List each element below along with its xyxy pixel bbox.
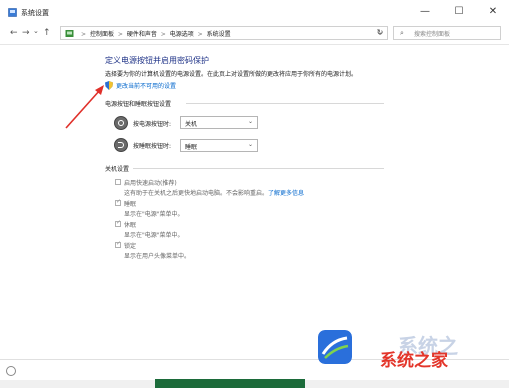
watermark-text: 系统之家: [380, 351, 448, 371]
power-button-icon: [114, 116, 128, 130]
breadcrumb-item-system-settings[interactable]: 系统设置: [207, 31, 231, 38]
chevron-down-icon: ⌄: [247, 141, 253, 148]
address-bar[interactable]: > 控制面板 > 硬件和声音 > 电源选项 > 系统设置 ⌄: [60, 26, 388, 40]
search-input[interactable]: ⌕ 搜索控制面板: [393, 26, 501, 40]
search-icon: ⌕: [400, 29, 404, 37]
section-divider: [133, 168, 384, 169]
sleep-button-label: 按睡眠按钮时:: [133, 143, 172, 150]
minimize-button[interactable]: —: [410, 5, 440, 19]
breadcrumb-separator: >: [160, 31, 166, 38]
address-row: ← → ⌄ ↑ > 控制面板 > 硬件和声音 > 电源选项 > 系统设置 ⌄ ↻…: [0, 24, 509, 42]
sleep-button-icon: [114, 138, 128, 152]
status-icon: [6, 366, 16, 376]
fast-startup-label: 启用快速启动(推荐): [124, 180, 177, 187]
chevron-down-icon: ⌄: [247, 118, 253, 125]
watermark: 系统之 系统之家: [318, 330, 508, 384]
breadcrumb-separator: >: [197, 31, 203, 38]
sleep-button-action-value: 睡眠: [185, 144, 198, 151]
watermark-logo-icon: [318, 330, 352, 364]
power-button-action-value: 关机: [185, 121, 198, 128]
breadcrumb: > 控制面板 > 硬件和声音 > 电源选项 > 系统设置: [81, 29, 233, 38]
forward-icon[interactable]: →: [22, 27, 30, 39]
sleep-label: 睡眠: [124, 201, 137, 208]
fast-startup-description-text: 这有助于在关机之后更快地启动电脑。不会影响重启。: [124, 190, 269, 197]
learn-more-link[interactable]: 了解更多信息: [268, 190, 304, 197]
power-button-action-select[interactable]: 关机 ⌄: [180, 116, 258, 129]
uac-shield-icon: [105, 81, 113, 90]
hibernate-description: 显示在"电源"菜单中。: [124, 232, 184, 239]
fast-startup-checkbox[interactable]: [115, 179, 121, 185]
refresh-icon[interactable]: ↻: [372, 26, 388, 40]
section-divider: [186, 103, 384, 104]
section-title-shutdown: 关机设置: [105, 166, 130, 173]
close-button[interactable]: ✕: [478, 5, 508, 19]
search-placeholder: 搜索控制面板: [414, 31, 451, 38]
lock-label: 锁定: [124, 243, 137, 250]
sleep-button-action-select[interactable]: 睡眠 ⌄: [180, 139, 258, 152]
window-title: 系统设置: [21, 9, 49, 17]
fast-startup-description: 这有助于在关机之后更快地启动电脑。不会影响重启。了解更多信息: [124, 188, 304, 197]
breadcrumb-separator: >: [117, 31, 123, 38]
sleep-description: 显示在"电源"菜单中。: [124, 211, 184, 218]
page-description: 选择要为你的计算机设置的电源设置。在此页上对设置所做的更改将应用于你所有的电源计…: [105, 71, 358, 78]
page-title: 定义电源按钮并启用密码保护: [105, 56, 209, 65]
power-button-label: 按电源按钮时:: [133, 121, 172, 128]
recent-dropdown-icon[interactable]: ⌄: [33, 25, 39, 37]
breadcrumb-item-control-panel[interactable]: 控制面板: [90, 31, 114, 38]
breadcrumb-separator: >: [81, 31, 87, 38]
taskbar-item: [155, 379, 305, 388]
hibernate-checkbox[interactable]: [115, 219, 121, 227]
title-bar: 系统设置 — ☐ ✕: [0, 0, 509, 24]
up-icon[interactable]: ↑: [43, 27, 51, 39]
breadcrumb-item-hardware-sound[interactable]: 硬件和声音: [127, 31, 157, 38]
breadcrumb-item-power-options[interactable]: 电源选项: [170, 31, 194, 38]
control-panel-icon: [65, 30, 74, 37]
hibernate-label: 休眠: [124, 222, 137, 229]
control-panel-icon: [8, 8, 17, 17]
lock-checkbox[interactable]: [115, 240, 121, 248]
section-title-power-buttons: 电源按钮和睡眠按钮设置: [105, 101, 172, 108]
sleep-checkbox[interactable]: [115, 198, 121, 206]
maximize-button[interactable]: ☐: [444, 5, 474, 19]
lock-description: 显示在用户头像菜单中。: [124, 253, 191, 260]
back-icon[interactable]: ←: [10, 27, 18, 39]
change-unavailable-settings-link[interactable]: 更改当前不可用的设置: [116, 81, 176, 90]
